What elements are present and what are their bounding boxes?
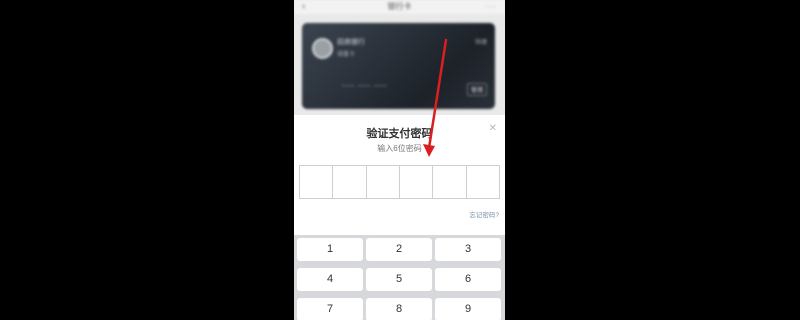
key-9[interactable]: 9 xyxy=(435,298,501,320)
pin-digit-box[interactable] xyxy=(433,166,467,198)
payment-password-dialog: ✕ 验证支付密码 输入6位密码 忘记密码? xyxy=(294,115,505,235)
pin-digit-box[interactable] xyxy=(400,166,434,198)
bank-name: 招商银行 xyxy=(337,39,365,46)
bank-card[interactable]: 招商银行 储蓄卡 快捷 **** **** **** 管理 xyxy=(302,23,495,109)
key-2[interactable]: 2 xyxy=(366,238,432,261)
numeric-keypad: 1 2 3 4 5 6 7 8 9 xyxy=(294,235,505,320)
pin-input[interactable] xyxy=(299,165,500,199)
pin-digit-box[interactable] xyxy=(467,166,499,198)
key-7[interactable]: 7 xyxy=(297,298,363,320)
key-1[interactable]: 1 xyxy=(297,238,363,261)
top-navigation-bar: ‹ 银行卡 ··· xyxy=(294,0,505,14)
card-number: **** **** **** xyxy=(342,85,388,91)
nav-title: 银行卡 xyxy=(387,2,412,11)
card-type: 储蓄卡 xyxy=(337,52,356,58)
blurred-background-page: ‹ 银行卡 ··· 招商银行 储蓄卡 快捷 **** **** **** 管理 xyxy=(294,0,505,115)
dialog-subtitle: 输入6位密码 xyxy=(377,144,422,153)
phone-screen: ‹ 银行卡 ··· 招商银行 储蓄卡 快捷 **** **** **** 管理 … xyxy=(294,0,505,320)
key-6[interactable]: 6 xyxy=(435,268,501,291)
key-3[interactable]: 3 xyxy=(435,238,501,261)
more-icon[interactable]: ··· xyxy=(485,1,497,11)
pin-digit-box[interactable] xyxy=(300,166,334,198)
card-top-right-label: 快捷 xyxy=(474,40,487,46)
dialog-title: 验证支付密码 xyxy=(366,128,433,140)
card-manage-button[interactable]: 管理 xyxy=(466,83,487,96)
key-5[interactable]: 5 xyxy=(366,268,432,291)
bank-logo-icon xyxy=(312,38,333,59)
key-4[interactable]: 4 xyxy=(297,268,363,291)
pin-digit-box[interactable] xyxy=(333,166,367,198)
forgot-password-link[interactable]: 忘记密码? xyxy=(469,209,499,219)
pin-digit-box[interactable] xyxy=(367,166,400,198)
key-8[interactable]: 8 xyxy=(366,298,432,320)
